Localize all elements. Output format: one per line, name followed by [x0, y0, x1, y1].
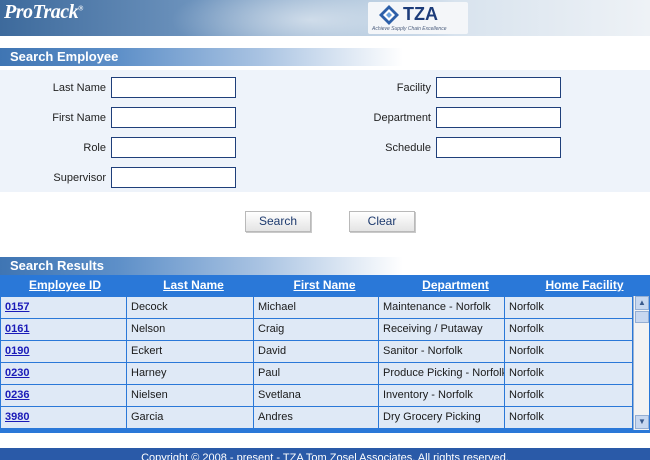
search-section-header: Search Employee: [0, 48, 650, 66]
home-facility-cell: Norfolk: [505, 407, 632, 428]
partner-logo-text: TZA: [403, 4, 438, 24]
department-cell: Inventory - Norfolk: [379, 385, 504, 406]
schedule-input[interactable]: [436, 137, 561, 158]
last-name-cell: Nelson: [127, 319, 253, 340]
last-name-cell: Harney: [127, 363, 253, 384]
table-row[interactable]: 0236 Nielsen Svetlana Inventory - Norfol…: [0, 385, 632, 406]
footer: Copyright © 2008 - present - TZA Tom Zos…: [0, 448, 650, 460]
facility-input[interactable]: [436, 77, 561, 98]
results-grid-header: Employee ID Last Name First Name Departm…: [0, 275, 650, 295]
home-facility-cell: Norfolk: [505, 341, 632, 362]
last-name-cell: Nielsen: [127, 385, 253, 406]
role-input[interactable]: [111, 137, 236, 158]
schedule-label: Schedule: [385, 142, 431, 154]
first-name-cell: Svetlana: [254, 385, 378, 406]
table-row[interactable]: 3980 Garcia Andres Dry Grocery Picking N…: [0, 407, 632, 428]
department-label: Department: [373, 112, 431, 124]
home-facility-cell: Norfolk: [505, 363, 632, 384]
last-name-cell: Decock: [127, 297, 253, 318]
column-header-first-name[interactable]: First Name: [257, 278, 392, 292]
results-grid: Employee ID Last Name First Name Departm…: [0, 275, 650, 433]
search-form: Last Name First Name Role Supervisor Fac…: [0, 70, 650, 192]
header-banner: ProTrack® TZA Achieve Supply Chain Excel…: [0, 0, 650, 36]
supervisor-input[interactable]: [111, 167, 236, 188]
department-cell: Dry Grocery Picking: [379, 407, 504, 428]
table-row[interactable]: 0161 Nelson Craig Receiving / Putaway No…: [0, 319, 632, 340]
table-row[interactable]: 0157 Decock Michael Maintenance - Norfol…: [0, 297, 632, 318]
column-header-home-facility[interactable]: Home Facility: [519, 278, 650, 292]
results-section-title: Search Results: [10, 258, 104, 273]
scroll-up-icon[interactable]: ▲: [635, 296, 649, 310]
brand-logo: ProTrack®: [4, 1, 83, 24]
copyright-text: Copyright © 2008 - present - TZA Tom Zos…: [141, 452, 509, 460]
scroll-down-icon[interactable]: ▼: [635, 415, 649, 429]
results-section-header: Search Results: [0, 257, 650, 275]
department-input[interactable]: [436, 107, 561, 128]
table-row[interactable]: 0230 Harney Paul Produce Picking - Norfo…: [0, 363, 632, 384]
last-name-cell: Eckert: [127, 341, 253, 362]
brand-name: ProTrack: [4, 1, 79, 23]
department-cell: Produce Picking - Norfolk: [379, 363, 504, 384]
last-name-cell: Garcia: [127, 407, 253, 428]
employee-id-link[interactable]: 0161: [1, 319, 126, 340]
home-facility-cell: Norfolk: [505, 385, 632, 406]
first-name-input[interactable]: [111, 107, 236, 128]
first-name-label: First Name: [52, 112, 106, 124]
brand-registered-mark: ®: [78, 4, 83, 13]
employee-id-link[interactable]: 0190: [1, 341, 126, 362]
first-name-cell: David: [254, 341, 378, 362]
table-row[interactable]: 0190 Eckert David Sanitor - Norfolk Norf…: [0, 341, 632, 362]
last-name-label: Last Name: [52, 82, 106, 94]
clear-button[interactable]: Clear: [349, 211, 415, 232]
scrollbar-thumb[interactable]: [635, 311, 649, 323]
last-name-input[interactable]: [111, 77, 236, 98]
employee-id-link[interactable]: 0230: [1, 363, 126, 384]
department-cell: Maintenance - Norfolk: [379, 297, 504, 318]
home-facility-cell: Norfolk: [505, 297, 632, 318]
department-cell: Receiving / Putaway: [379, 319, 504, 340]
supervisor-label: Supervisor: [53, 172, 106, 184]
results-scrollbar[interactable]: ▲ ▼: [633, 296, 649, 430]
department-cell: Sanitor - Norfolk: [379, 341, 504, 362]
first-name-cell: Andres: [254, 407, 378, 428]
tza-diamond-icon: [379, 5, 399, 25]
first-name-cell: Craig: [254, 319, 378, 340]
column-header-last-name[interactable]: Last Name: [131, 278, 256, 292]
column-header-department[interactable]: Department: [393, 278, 518, 292]
employee-id-link[interactable]: 0236: [1, 385, 126, 406]
first-name-cell: Michael: [254, 297, 378, 318]
home-facility-cell: Norfolk: [505, 319, 632, 340]
employee-id-link[interactable]: 3980: [1, 407, 126, 428]
column-header-employee-id[interactable]: Employee ID: [0, 278, 130, 292]
search-button[interactable]: Search: [245, 211, 311, 232]
facility-label: Facility: [396, 82, 431, 94]
search-section-title: Search Employee: [10, 49, 119, 64]
role-label: Role: [83, 142, 106, 154]
partner-tagline: Achieve Supply Chain Excellence: [372, 26, 447, 32]
employee-id-link[interactable]: 0157: [1, 297, 126, 318]
first-name-cell: Paul: [254, 363, 378, 384]
